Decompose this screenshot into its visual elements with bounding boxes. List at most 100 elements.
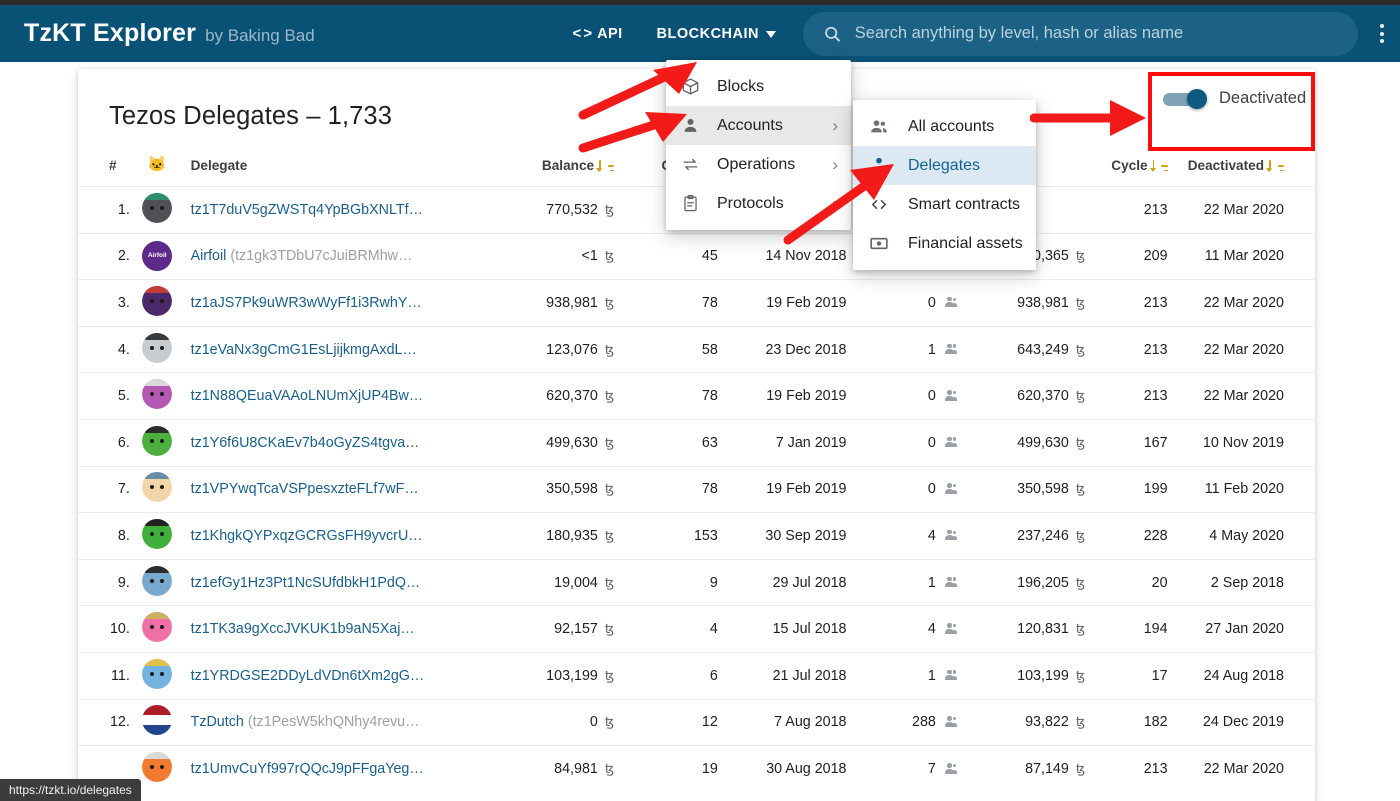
delegate-address[interactable]: tz1KhgkQYPxqzGCRGsFH9yvcrU…	[191, 528, 423, 544]
row-delegate: tz1efGy1Hz3Pt1NcSUfdbkH1PdQ…	[185, 559, 487, 606]
chevron-down-icon	[766, 31, 776, 38]
delegate-address[interactable]: tz1Y6f6U8CKaEv7b4oGyZS4tgva…	[191, 435, 420, 451]
delegate-address[interactable]: tz1efGy1Hz3Pt1NcSUfdbkH1PdQ…	[191, 575, 421, 591]
table-row[interactable]: 9. tz1efGy1Hz3Pt1NcSUfdbkH1PdQ… 19,004 ꜩ 9 2…	[78, 559, 1315, 606]
submenu-item-delegates[interactable]: Delegates	[853, 146, 1036, 185]
table-row[interactable]: 10. tz1TK3a9gXccJVKUK1b9aN5Xaj… 92,157 ꜩ41…	[78, 605, 1315, 653]
row-rank: 6.	[117, 434, 130, 451]
row-delegate: Airfoil (tz1gk3TDbU7cJuiBRMhw…	[185, 233, 487, 280]
row-since: 7 Aug 2018	[774, 714, 847, 731]
deactivated-toggle[interactable]: Deactivated	[1163, 88, 1306, 109]
row-cycle: 20	[1151, 574, 1168, 591]
avatar	[142, 285, 173, 316]
more-vertical-icon[interactable]	[1380, 24, 1384, 43]
table-row[interactable]: 6. tz1Y6f6U8CKaEv7b4oGyZS4tgva… 499,630 ꜩ 6…	[78, 419, 1315, 466]
row-cycle-first: 12	[701, 714, 718, 731]
delegate-address[interactable]: tz1YRDGSE2DDyLdVDn6tXm2gG…	[191, 668, 425, 684]
toggle-switch[interactable]	[1163, 88, 1207, 109]
row-staking: 938,981 ꜩ	[1017, 294, 1086, 311]
row-staking: 643,249 ꜩ	[1017, 341, 1086, 358]
people-icon	[943, 716, 958, 727]
brand[interactable]: TzKT Explorer by Baking Bad	[24, 19, 315, 48]
delegate-address[interactable]: tz1VPYwqTcaVSPpesxzteFLf7wF…	[191, 481, 419, 497]
row-deactivated: 11 Mar 2020	[1204, 248, 1284, 265]
col-deactivated-sort[interactable]: Deactivated	[1168, 155, 1315, 187]
row-staking: 237,246 ꜩ	[1017, 527, 1086, 544]
row-cycle: 213	[1143, 201, 1168, 218]
delegate-address[interactable]: tz1T7duV5gZWSTq4YpBGbXNLTf…	[191, 202, 423, 218]
row-delegators: 0	[847, 373, 958, 420]
tez-symbol: ꜩ	[1075, 621, 1086, 637]
row-cycle: 213	[1143, 761, 1168, 778]
delegate-address[interactable]: tz1TK3a9gXccJVKUK1b9aN5Xaj…	[191, 621, 415, 637]
people-icon	[943, 529, 958, 541]
menu-item-label: Accounts	[717, 116, 783, 134]
row-delegators: 288	[847, 699, 958, 746]
search-input[interactable]	[854, 24, 1338, 43]
row-avatar	[130, 466, 185, 513]
row-since: 19 Feb 2019	[766, 388, 847, 405]
table-row[interactable]: 11. tz1YRDGSE2DDyLdVDn6tXm2gG… 103,199 ꜩ 6 2…	[78, 652, 1315, 699]
submenu-item-smart-contracts[interactable]: Smart contracts	[853, 185, 1036, 224]
row-delegate: tz1TK3a9gXccJVKUK1b9aN5Xaj…	[185, 606, 487, 653]
delegate-address[interactable]: tz1N88QEuaVAAoLNUmXjUP4Bw…	[191, 388, 424, 404]
search-box[interactable]	[803, 11, 1358, 56]
col-cycle-sort[interactable]: Cycle	[1085, 155, 1168, 187]
blockchain-menu-button[interactable]: BLOCKCHAIN	[657, 26, 776, 42]
tez-symbol: ꜩ	[1075, 714, 1086, 730]
submenu-item-label: Delegates	[908, 156, 981, 174]
api-link[interactable]: < > API	[572, 25, 622, 42]
row-cycle: 199	[1143, 481, 1168, 498]
row-delegators: 7	[847, 746, 958, 793]
row-delegators: 0	[847, 419, 958, 466]
row-cycle: 167	[1143, 434, 1168, 451]
col-balance-sort[interactable]: Balance	[486, 155, 615, 187]
row-cycle-first: 9	[709, 574, 718, 591]
menu-item-protocols[interactable]: Protocols ›	[666, 184, 851, 223]
table-row[interactable]: 4. tz1eVaNx3gCmG1EsLjijkmgAxdL… 123,076 ꜩ 5…	[78, 326, 1315, 373]
swap-arrows-icon	[680, 155, 700, 175]
row-cycle: 17	[1151, 667, 1168, 684]
sort-icon	[1266, 160, 1284, 172]
row-cycle-first: 45	[701, 248, 718, 265]
status-bar-url: https://tzkt.io/delegates	[0, 779, 141, 801]
delegate-address[interactable]: tz1aJS7Pk9uWR3wWyFf1i3RwhY…	[191, 295, 422, 311]
submenu-item-label: Financial assets	[908, 234, 1023, 252]
row-cycle-first: 19	[701, 761, 718, 778]
tez-symbol: ꜩ	[604, 388, 615, 404]
delegate-alias[interactable]: TzDutch	[191, 714, 244, 730]
table-row[interactable]: 7. tz1VPYwqTcaVSPpesxzteFLf7wF… 350,598 ꜩ 7…	[78, 466, 1315, 513]
delegate-address[interactable]: tz1eVaNx3gCmG1EsLjijkmgAxdL…	[191, 342, 417, 358]
menu-item-operations[interactable]: Operations ›	[666, 145, 851, 184]
row-deactivated: 22 Mar 2020	[1203, 761, 1284, 778]
menu-item-blocks[interactable]: Blocks	[666, 67, 851, 106]
row-cycle: 182	[1143, 714, 1168, 731]
table-row[interactable]: 3. tz1aJS7Pk9uWR3wWyFf1i3RwhY… 938,981 ꜩ 78…	[78, 279, 1315, 327]
table-row[interactable]: 8. tz1KhgkQYPxqzGCRGsFH9yvcrU… 180,935 ꜩ 15…	[78, 512, 1315, 560]
row-balance: 19,004 ꜩ	[554, 574, 615, 591]
row-rank: 10.	[109, 621, 130, 638]
row-deactivated: 22 Mar 2020	[1203, 341, 1284, 358]
row-delegate: tz1N88QEuaVAAoLNUmXjUP4Bw…	[185, 373, 487, 420]
delegate-address[interactable]: tz1UmvCuYf997rQQcJ9pFFgaYeg…	[191, 761, 424, 777]
row-delegators: 1	[847, 652, 958, 699]
table-row[interactable]: 2. Airfoil Airfoil (tz1gk3TDbU7cJuiBRMhw… <…	[78, 233, 1315, 280]
row-deactivated: 22 Mar 2020	[1203, 294, 1284, 311]
banknote-icon	[869, 234, 889, 254]
avatar	[142, 379, 173, 410]
chevron-right-icon: ›	[832, 194, 838, 213]
delegate-alias[interactable]: Airfoil	[191, 248, 227, 264]
tez-symbol: ꜩ	[604, 621, 615, 637]
row-delegate: tz1T7duV5gZWSTq4YpBGbXNLTf…	[185, 187, 487, 234]
row-delegators: 1	[847, 559, 958, 606]
menu-item-accounts[interactable]: Accounts ›	[666, 106, 851, 145]
submenu-item-financial-assets[interactable]: Financial assets	[853, 224, 1036, 263]
table-body: 1.tz1T7duV5gZWSTq4YpBGbXNLTf…770,532 ꜩ77…	[78, 186, 1315, 793]
submenu-item-all-accounts[interactable]: All accounts	[853, 107, 1036, 146]
row-deactivated: 22 Mar 2020	[1203, 388, 1284, 405]
submenu-item-label: Smart contracts	[908, 195, 1021, 213]
table-row[interactable]: tz1UmvCuYf997rQQcJ9pFFgaYeg… 84,981 ꜩ 19 30…	[78, 745, 1315, 793]
table-row[interactable]: 12. TzDutch (tz1PesW5khQNhy4revu… 0 ꜩ 12 7 A…	[78, 699, 1315, 746]
tez-symbol: ꜩ	[604, 667, 615, 683]
table-row[interactable]: 5. tz1N88QEuaVAAoLNUmXjUP4Bw… 620,370 ꜩ 78 1…	[78, 372, 1315, 420]
